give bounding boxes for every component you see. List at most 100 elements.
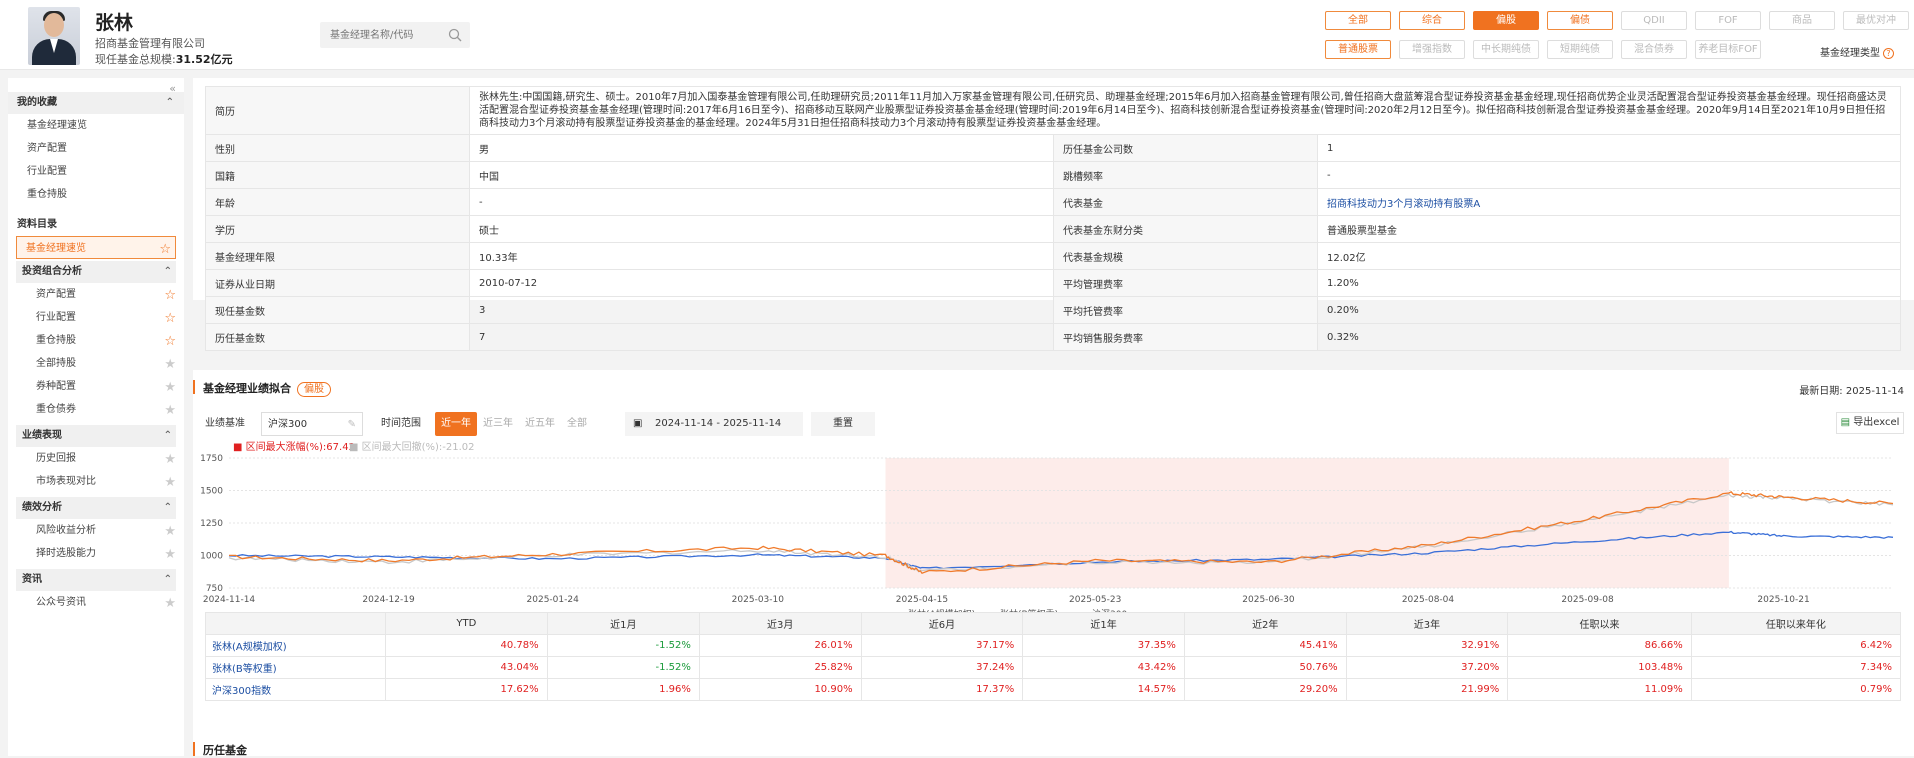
help-icon[interactable]: ? <box>1883 48 1894 59</box>
star-icon[interactable]: ★ <box>164 399 176 422</box>
star-icon[interactable]: ★ <box>164 471 176 494</box>
sidebar-item[interactable]: 重仓持股 ☆ <box>8 329 184 352</box>
info-label: 历任基金公司数 <box>1053 134 1318 162</box>
range-button[interactable]: 全部 <box>561 412 593 436</box>
max-down-text: ■ 区间最大回撤(%):-21.02 <box>349 440 475 453</box>
range-button[interactable]: 近三年 <box>477 412 519 436</box>
subfilter-tag-0[interactable]: 普通股票 <box>1325 40 1391 59</box>
subfilter-tag-3[interactable]: 短期纯债 <box>1547 40 1613 59</box>
sidebar-group-header[interactable]: 投资组合分析 ⌃ <box>16 261 176 283</box>
manager-search[interactable] <box>320 22 470 48</box>
row-name-link[interactable]: 张林(A规模加权) <box>205 634 386 657</box>
star-icon[interactable]: ☆ <box>159 238 171 261</box>
x-tick-label: 2025-06-30 <box>1242 595 1295 605</box>
info-value: 12.02亿 <box>1317 242 1901 270</box>
edit-icon[interactable]: ✎ <box>348 413 356 437</box>
filter-tag-7[interactable]: 最优对冲 <box>1843 11 1909 30</box>
sidebar-item[interactable]: 择时选股能力 ★ <box>8 542 184 565</box>
table-cell: 26.01% <box>698 634 862 657</box>
sidebar-item[interactable]: 券种配置 ★ <box>8 375 184 398</box>
star-icon[interactable]: ☆ <box>164 330 176 353</box>
date-range-picker[interactable]: ▣ 2024-11-14 - 2025-11-14 <box>625 412 803 436</box>
sidebar-group-header[interactable]: 资讯 ⌃ <box>16 569 176 591</box>
filter-tag-6[interactable]: 商品 <box>1769 11 1835 30</box>
x-tick-label: 2025-09-08 <box>1561 595 1614 605</box>
star-icon[interactable]: ★ <box>164 376 176 399</box>
info-label: 代表基金东财分类 <box>1053 215 1318 243</box>
table-cell: 21.99% <box>1345 678 1509 701</box>
range-button[interactable]: 近五年 <box>519 412 561 436</box>
sidebar-item[interactable]: 全部持股 ★ <box>8 352 184 375</box>
subfilter-tag-2[interactable]: 中长期纯债 <box>1473 40 1539 59</box>
filter-tag-0[interactable]: 全部 <box>1325 11 1391 30</box>
star-icon[interactable]: ★ <box>164 543 176 566</box>
sidebar-group-header[interactable]: 业绩表现 ⌃ <box>16 425 176 447</box>
filter-tag-3[interactable]: 偏债 <box>1547 11 1613 30</box>
info-value: 7 <box>469 323 1054 351</box>
sidebar-item[interactable]: 行业配置 ☆ <box>8 306 184 329</box>
favorite-item[interactable]: 基金经理速览 <box>8 114 184 137</box>
representative-fund-link[interactable]: 招商科技动力3个月滚动持有股票A <box>1317 188 1901 216</box>
row-name-link[interactable]: 沪深300指数 <box>205 678 386 701</box>
reset-button[interactable]: 重置 <box>811 412 875 436</box>
info-value: - <box>469 188 1054 216</box>
star-icon[interactable]: ☆ <box>164 284 176 307</box>
chevron-up-icon[interactable]: ⌃ <box>166 92 174 114</box>
subfilter-tag-4[interactable]: 混合债券 <box>1621 40 1687 59</box>
column-header: 近3月 <box>698 612 862 635</box>
performance-section: 基金经理业绩拟合 偏股 最新日期: 2025-11-14 业绩基准 沪深300 ✎ … <box>193 370 1914 756</box>
info-label: 历任基金数 <box>205 323 470 351</box>
export-excel-button[interactable]: ▤ 导出excel <box>1836 412 1904 434</box>
x-tick-label: 2025-04-15 <box>896 595 948 605</box>
search-icon[interactable] <box>448 28 462 42</box>
sidebar-item[interactable]: 市场表现对比 ★ <box>8 470 184 493</box>
search-input[interactable] <box>320 22 440 48</box>
row-name-link[interactable]: 张林(B等权重) <box>205 656 386 679</box>
manager-scale: 现任基金总规模:31.52亿元 <box>95 53 233 66</box>
calendar-icon[interactable]: ▣ <box>633 412 642 436</box>
star-icon[interactable]: ★ <box>164 520 176 543</box>
table-cell: 103.48% <box>1507 656 1692 679</box>
info-label: 平均管理费率 <box>1053 269 1318 297</box>
filter-tag-1[interactable]: 综合 <box>1399 11 1465 30</box>
filter-tag-4[interactable]: QDII <box>1621 11 1687 30</box>
favorite-item[interactable]: 行业配置 <box>8 160 184 183</box>
sidebar-group-header[interactable]: 绩效分析 ⌃ <box>16 497 176 519</box>
chevron-up-icon[interactable]: ⌃ <box>164 425 172 447</box>
filter-tag-5[interactable]: FOF <box>1695 11 1761 30</box>
manager-type[interactable]: 基金经理类型? <box>1820 44 1894 59</box>
favorite-item[interactable]: 重仓持股 <box>8 183 184 206</box>
table-cell: 32.91% <box>1345 634 1509 657</box>
star-icon[interactable]: ★ <box>164 448 176 471</box>
range-button[interactable]: 近一年 <box>435 412 477 436</box>
star-icon[interactable]: ★ <box>164 353 176 376</box>
sidebar: « 我的收藏 ⌃ 基金经理速览 资产配置 行业配置 重仓持股 资料目录 基金经理速览 ☆ … <box>8 78 184 756</box>
sidebar-item[interactable]: 公众号资讯 ★ <box>8 591 184 614</box>
favorites-header[interactable]: 我的收藏 ⌃ <box>8 92 184 114</box>
favorite-item[interactable]: 资产配置 <box>8 137 184 160</box>
sidebar-item[interactable]: 重仓债券 ★ <box>8 398 184 421</box>
info-row: 学历 硕士 代表基金东财分类 普通股票型基金 <box>205 215 1901 243</box>
info-value: 硕士 <box>469 215 1054 243</box>
table-cell: 17.62% <box>385 678 548 701</box>
sidebar-item[interactable]: 历史回报 ★ <box>8 447 184 470</box>
chevron-up-icon[interactable]: ⌃ <box>164 497 172 519</box>
category-pill: 偏股 <box>297 382 331 397</box>
y-tick-label: 1750 <box>200 454 223 464</box>
sidebar-item[interactable]: 风险收益分析 ★ <box>8 519 184 542</box>
benchmark-select[interactable]: 沪深300 ✎ <box>261 412 363 436</box>
subfilter-tag-1[interactable]: 增强指数 <box>1399 40 1465 59</box>
chevron-up-icon[interactable]: ⌃ <box>164 569 172 591</box>
table-cell: 7.34% <box>1690 656 1902 679</box>
x-tick-label: 2025-05-23 <box>1069 595 1121 605</box>
star-icon[interactable]: ☆ <box>164 307 176 330</box>
chevron-up-icon[interactable]: ⌃ <box>164 261 172 283</box>
info-value: 2010-07-12 <box>469 269 1054 297</box>
star-icon[interactable]: ★ <box>164 592 176 615</box>
fund-link[interactable]: 招商科技动力3个月滚动持有股票A <box>1327 199 1480 210</box>
subfilter-tag-5[interactable]: 养老目标FOF <box>1695 40 1761 59</box>
sidebar-item[interactable]: 资产配置 ☆ <box>8 283 184 306</box>
filter-tag-2[interactable]: 偏股 <box>1473 11 1539 30</box>
x-tick-label: 2025-01-24 <box>527 595 580 605</box>
sidebar-item-manager-overview[interactable]: 基金经理速览 ☆ <box>16 236 176 259</box>
